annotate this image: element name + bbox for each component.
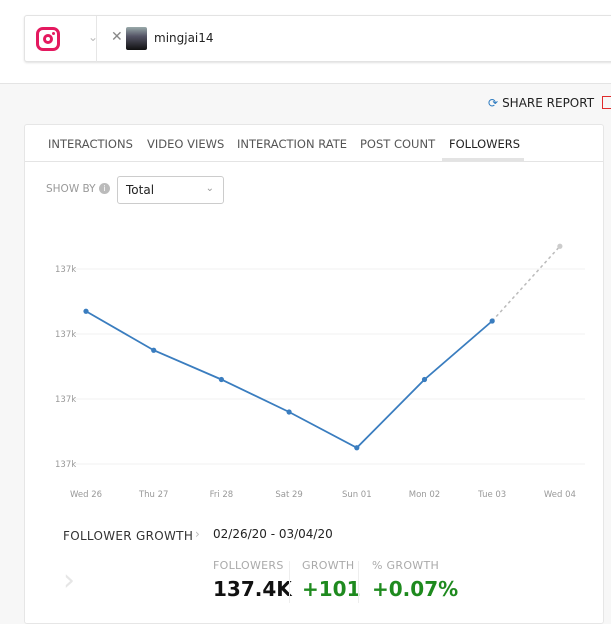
account-selector[interactable]: ⌄ ✕ mingjai14	[24, 15, 611, 62]
account-name: mingjai14	[154, 31, 214, 45]
y-tick-label: 137k	[55, 395, 76, 405]
stat-value: +101	[302, 577, 361, 601]
x-tick-label: Sun 01	[342, 490, 372, 500]
x-tick-label: Sat 29	[275, 490, 302, 500]
stat-percent-growth: % GROWTH +0.07%	[372, 559, 458, 601]
stat-followers: FOLLOWERS 137.4K	[213, 559, 292, 601]
share-report-button[interactable]: ⟳ SHARE REPORT	[488, 96, 594, 110]
projected-line	[491, 245, 561, 322]
next-arrow-icon[interactable]: ›	[63, 563, 75, 598]
stat-growth: GROWTH +101	[302, 559, 361, 601]
divider	[289, 561, 290, 603]
followers-chart: 137k 137k 137k 137k Wed 26 Thu 27 Fri 28 Sat 29…	[55, 243, 585, 500]
date-range: 02/26/20 - 03/04/20	[213, 527, 333, 541]
data-point	[489, 318, 495, 324]
data-point	[218, 376, 224, 383]
top-bar: ⌄ ✕ mingjai14	[0, 0, 611, 84]
data-point	[557, 243, 563, 249]
x-tick-label: Mon 02	[409, 490, 440, 500]
x-tick-label: Fri 28	[210, 490, 234, 500]
divider	[358, 561, 359, 603]
series-line	[85, 310, 493, 449]
y-tick-label: 137k	[55, 330, 76, 340]
stat-label: FOLLOWERS	[213, 559, 284, 572]
x-tick-label: Tue 03	[477, 490, 506, 500]
data-point	[421, 376, 428, 383]
avatar	[126, 27, 147, 50]
y-tick-label: 137k	[55, 460, 76, 470]
data-point	[354, 445, 360, 451]
divider	[96, 16, 97, 62]
share-icon: ⟳	[488, 96, 499, 110]
chevron-right-icon: ›	[195, 527, 200, 541]
x-tick-label: Wed 26	[70, 490, 102, 500]
data-point	[286, 409, 292, 415]
share-label: SHARE REPORT	[502, 96, 595, 110]
data-point	[83, 308, 89, 314]
pdf-icon[interactable]	[602, 96, 611, 109]
x-tick-label: Wed 04	[544, 490, 576, 500]
chart-card: INTERACTIONS VIDEO VIEWS INTERACTION RAT…	[24, 124, 604, 624]
stat-label: % GROWTH	[372, 559, 440, 572]
stat-value: 137.4K	[213, 577, 292, 601]
remove-account-icon[interactable]: ✕	[111, 29, 123, 45]
stat-value: +0.07%	[372, 577, 459, 601]
data-point	[151, 347, 157, 353]
stat-label: GROWTH	[302, 559, 355, 572]
summary-title: FOLLOWER GROWTH	[63, 529, 194, 543]
x-tick-label: Thu 27	[138, 490, 168, 500]
instagram-icon[interactable]	[36, 27, 60, 51]
y-tick-label: 137k	[55, 265, 76, 275]
